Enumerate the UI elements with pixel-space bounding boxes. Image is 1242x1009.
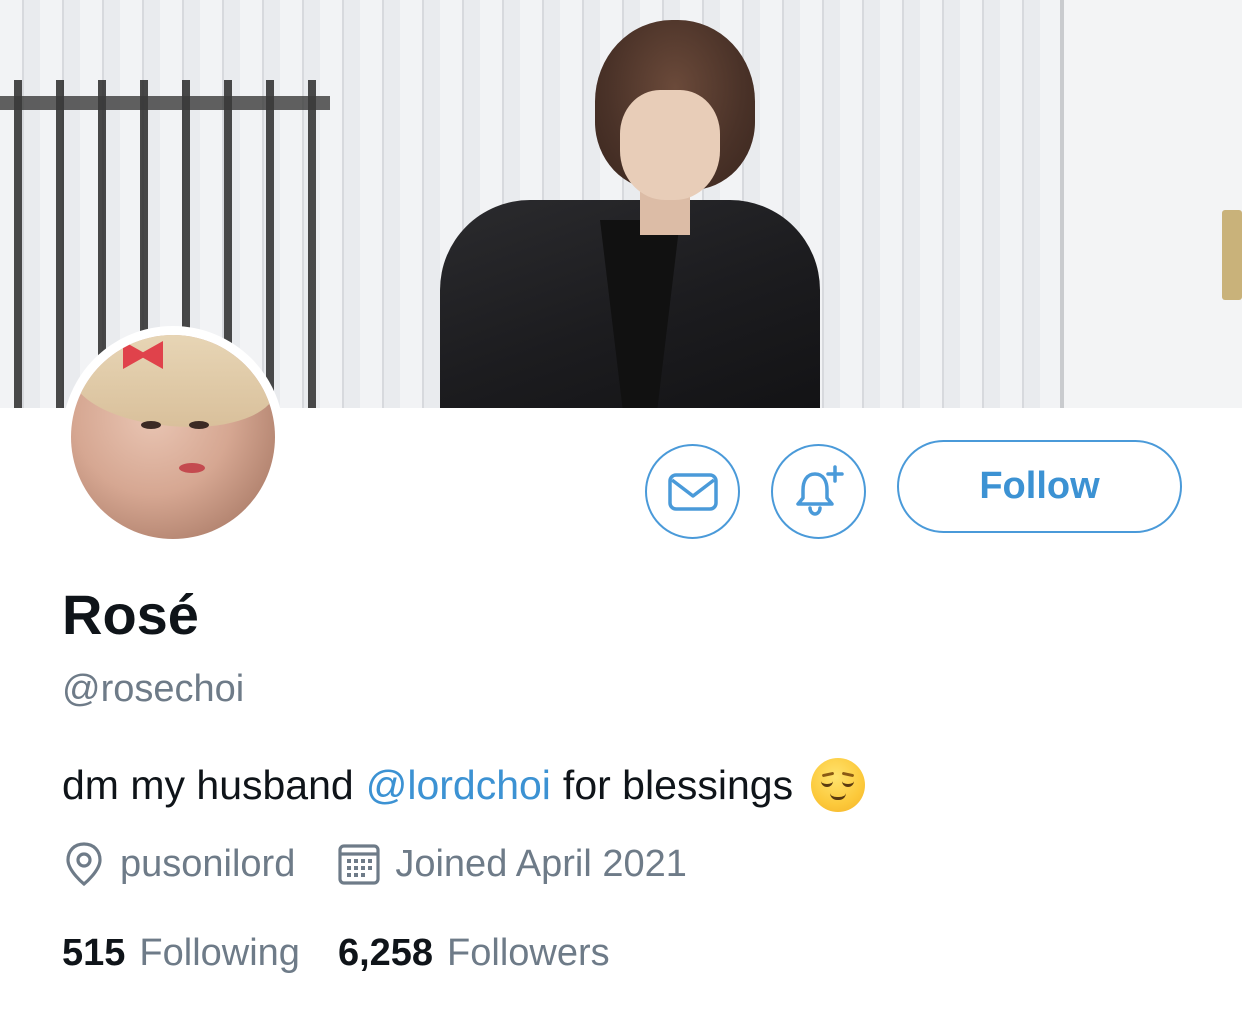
- banner-gate-bar: [0, 96, 330, 110]
- display-name: Rosé: [62, 583, 199, 646]
- banner-door-handle: [1222, 210, 1242, 300]
- avatar-lips: [179, 463, 205, 473]
- location-item: pusonilord: [62, 840, 295, 888]
- followers-label: Followers: [447, 932, 610, 974]
- avatar-eye-right: [189, 421, 209, 429]
- relieved-face-emoji: [811, 758, 866, 812]
- message-button[interactable]: [645, 444, 740, 539]
- user-handle: @rosechoi: [62, 668, 245, 710]
- followers-count: 6,258: [337, 932, 434, 974]
- notify-button[interactable]: [771, 444, 866, 539]
- profile-stats: 515 Following 6,258 Followers: [62, 932, 610, 975]
- avatar-eye-left: [141, 421, 161, 429]
- location-text: pusonilord: [120, 842, 296, 885]
- location-pin-icon: [62, 840, 106, 888]
- profile-meta: pusonilord Joined April 2021: [62, 840, 687, 888]
- avatar-hair: [71, 335, 275, 427]
- profile-avatar[interactable]: [62, 326, 284, 548]
- banner-person-face: [620, 90, 720, 200]
- bio-text-after: for blessings: [562, 761, 794, 808]
- calendar-icon: [337, 840, 381, 888]
- profile-bio: dm my husband @lordchoi for blessings: [62, 758, 866, 812]
- bio-text-before: dm my husband: [62, 761, 354, 808]
- avatar-photo: [71, 335, 275, 539]
- following-count: 515: [62, 932, 126, 974]
- banner-door: [1060, 0, 1242, 408]
- followers-link[interactable]: 6,258 Followers: [338, 932, 610, 975]
- follow-button[interactable]: Follow: [897, 440, 1182, 533]
- following-label: Following: [139, 932, 300, 974]
- bell-plus-icon: [795, 464, 844, 516]
- joined-item: Joined April 2021: [337, 840, 687, 888]
- following-link[interactable]: 515 Following: [62, 932, 300, 975]
- bio-mention-link[interactable]: @lordchoi: [366, 762, 551, 809]
- envelope-icon: [667, 472, 718, 511]
- joined-date-text: Joined April 2021: [395, 842, 687, 885]
